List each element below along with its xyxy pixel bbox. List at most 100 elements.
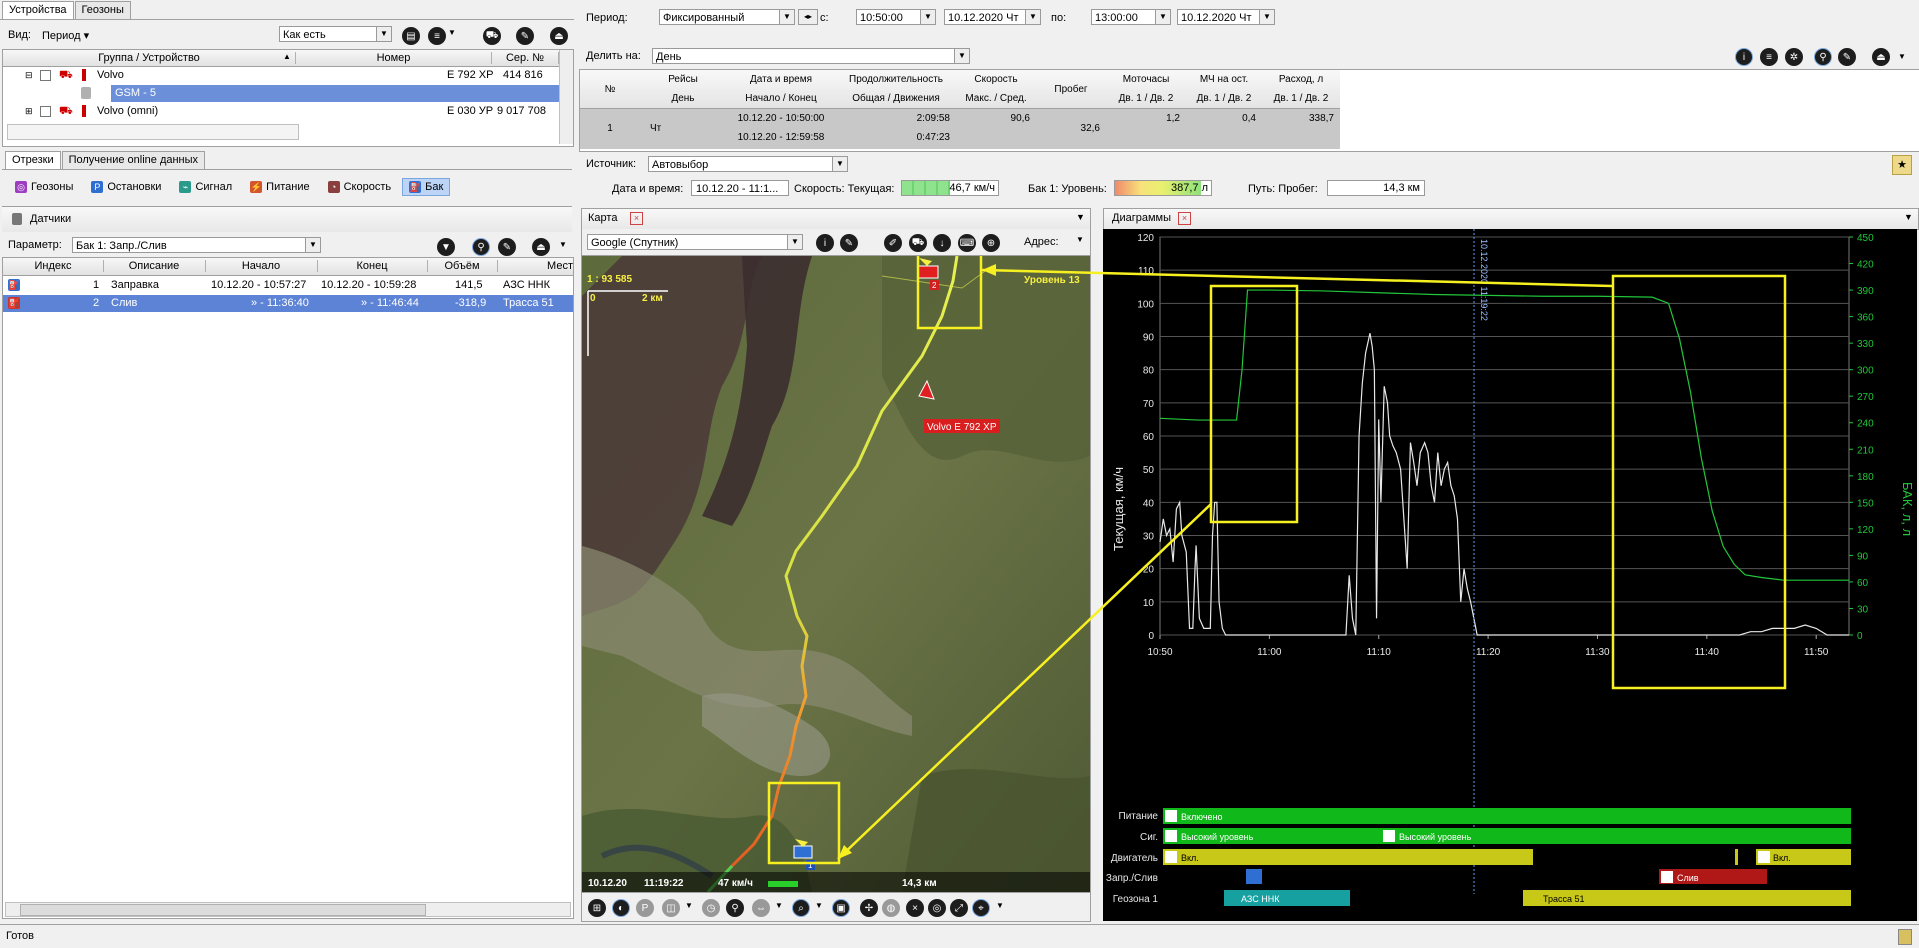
tab-map[interactable]: Карта	[588, 212, 617, 224]
col-mileage[interactable]: Пробег	[1036, 84, 1106, 95]
v-scrollbar[interactable]	[559, 50, 573, 144]
col-mh-eng[interactable]: Дв. 1 / Дв. 2	[1106, 93, 1186, 104]
dropdown-icon[interactable]: ▼	[775, 901, 783, 910]
col-index[interactable]: Индекс	[3, 260, 104, 272]
close-circle-icon[interactable]: ×	[906, 899, 924, 917]
col-place[interactable]: Мест	[497, 260, 573, 272]
wrench-icon[interactable]: ✎	[498, 238, 516, 256]
distance-icon[interactable]: ⇔	[752, 899, 770, 917]
col-speed[interactable]: Скорость	[956, 74, 1036, 85]
col-duration[interactable]: Продолжительность	[836, 74, 956, 85]
compass-icon[interactable]: ✢	[860, 899, 878, 917]
device-row-volvo-omni[interactable]: ⊞ ⛟ Volvo (omni) Е 030 УР 9 017 708	[3, 103, 559, 120]
col-volume[interactable]: Объём	[427, 260, 498, 272]
geozone-icon[interactable]: ◫	[662, 899, 680, 917]
period-menu[interactable]: Период ▾	[42, 29, 89, 42]
tab-segments[interactable]: Отрезки	[5, 151, 61, 169]
settings-icon[interactable]: ✲	[1785, 48, 1803, 66]
globe-icon[interactable]: ◍	[882, 899, 900, 917]
clock-icon[interactable]: ◷	[702, 899, 720, 917]
download-icon[interactable]: ↓	[933, 234, 951, 252]
device-row-volvo[interactable]: ⊟ ⛟ Volvo Е 792 ХР 414 816	[3, 67, 559, 84]
col-idle-eng[interactable]: Дв. 1 / Дв. 2	[1186, 93, 1262, 104]
target-icon[interactable]: ◎	[928, 899, 946, 917]
col-day[interactable]: День	[640, 93, 726, 104]
expand-icon[interactable]: ⊞	[25, 106, 33, 117]
from-date[interactable]: 10.12.2020 Чт ▼	[944, 9, 1041, 25]
dropdown-icon[interactable]: ▼	[559, 240, 567, 249]
wrench-icon[interactable]: ✎	[516, 27, 534, 45]
to-date[interactable]: 10.12.2020 Чт ▼	[1177, 9, 1275, 25]
bus-icon[interactable]: ⛟	[909, 234, 927, 252]
dropdown-icon[interactable]: ▼	[1898, 52, 1906, 61]
star-icon[interactable]: ★	[1892, 155, 1912, 175]
fuel-speed-chart[interactable]: 0 10 20 30 40 50 60 70 80 90 100 110 120 0 30 60 90 120 1…	[1103, 229, 1917, 921]
tab-online-data[interactable]: Получение online данных	[61, 151, 206, 169]
list-icon[interactable]: ≡	[1760, 48, 1778, 66]
dropdown-icon[interactable]: ▼	[815, 901, 823, 910]
ptab-geozones[interactable]: ◎ Геозоны	[8, 178, 80, 196]
dropdown-icon[interactable]: ▼	[996, 901, 1004, 910]
tab-diagrams[interactable]: Диаграммы	[1112, 212, 1171, 224]
wrench-icon[interactable]: ✎	[1838, 48, 1856, 66]
list-icon[interactable]: ≡	[428, 27, 446, 45]
eject-icon[interactable]: ⏏	[550, 27, 568, 45]
info-icon[interactable]: i	[816, 234, 834, 252]
event-row-selected[interactable]: ⛽ 2 Слив » - 11:36:40 » - 11:46:44 -318,…	[3, 295, 573, 312]
col-description[interactable]: Описание	[103, 260, 206, 272]
summary-row[interactable]: 1 Чт 10.12.20 - 10:50:00 10.12.20 - 12:5…	[580, 109, 1340, 149]
refuel-marker-icon[interactable]	[793, 845, 813, 859]
period-arrows[interactable]: ◂▸	[798, 9, 818, 25]
search-icon[interactable]: ⌕	[792, 899, 810, 917]
points-icon[interactable]: P	[636, 899, 654, 917]
diagram-panel[interactable]: 0 10 20 30 40 50 60 70 80 90 100 110 120 0 30 60 90 120 1…	[1103, 229, 1917, 921]
col-max-avg[interactable]: Макс. / Сред.	[956, 93, 1036, 104]
col-num[interactable]: №	[580, 84, 640, 95]
keyboard-icon[interactable]: ⌨	[958, 234, 976, 252]
pencil-icon[interactable]: ✐	[884, 234, 902, 252]
dropdown-icon[interactable]: ▼	[685, 901, 693, 910]
col-motohours[interactable]: Моточасы	[1106, 74, 1186, 85]
list-dropdown-icon[interactable]: ▼	[448, 28, 456, 37]
tab-geozones[interactable]: Геозоны	[74, 1, 131, 19]
parameter-select[interactable]: Бак 1: Запр./Слив ▼	[72, 237, 321, 253]
close-icon[interactable]: ×	[630, 212, 643, 225]
col-datetime[interactable]: Дата и время	[726, 74, 836, 85]
ptab-tank[interactable]: ⛽ Бак	[402, 177, 451, 196]
col-total-moving[interactable]: Общая / Движения	[836, 93, 956, 104]
map-provider-select[interactable]: Google (Спутник) ▼	[587, 234, 803, 250]
eject-icon[interactable]: ⏏	[532, 238, 550, 256]
eject-icon[interactable]: ⏏	[1872, 48, 1890, 66]
ptab-stops[interactable]: P Остановки	[84, 178, 168, 196]
record-icon[interactable]: ⊕	[982, 234, 1000, 252]
panel-menu-icon[interactable]: ▼	[1904, 212, 1913, 222]
col-end[interactable]: Конец	[317, 260, 428, 272]
layers-icon[interactable]: ⊞	[588, 899, 606, 917]
pin-icon[interactable]: ⚲	[472, 238, 490, 256]
close-icon[interactable]: ×	[1178, 212, 1191, 225]
checkbox[interactable]	[40, 70, 51, 81]
col-start[interactable]: Начало	[205, 260, 318, 272]
scroll-thumb[interactable]	[20, 904, 426, 916]
dropdown-icon[interactable]: ▼	[1076, 235, 1084, 244]
ptab-power[interactable]: ⚡ Питание	[243, 178, 316, 196]
expand-icon[interactable]: ⊟	[25, 70, 33, 81]
expand-icon[interactable]: ⤢	[950, 899, 968, 917]
source-select[interactable]: Автовыбор ▼	[648, 156, 848, 172]
ptab-speed[interactable]: ◔ Скорость	[321, 178, 399, 196]
satellite-map[interactable]: 1 : 93 585 0 2 км Уровень 13 Volvo Е 792…	[582, 256, 1090, 892]
fleet-icon[interactable]: ⛟	[483, 27, 501, 45]
panel-menu-icon[interactable]: ▼	[1076, 212, 1085, 222]
col-fuel[interactable]: Расход, л	[1262, 74, 1340, 85]
col-serial[interactable]: Сер. №	[492, 52, 559, 64]
col-mh-idle[interactable]: МЧ на ост.	[1186, 74, 1262, 85]
checkbox[interactable]	[40, 106, 51, 117]
ptab-signal[interactable]: ⌁ Сигнал	[172, 178, 239, 196]
col-number[interactable]: Номер	[296, 52, 492, 64]
map-view[interactable]: 1 : 93 585 0 2 км Уровень 13 Volvo Е 792…	[581, 255, 1091, 893]
log-icon[interactable]	[1898, 929, 1912, 945]
drain-marker-icon[interactable]	[917, 265, 939, 279]
device-row-gsm[interactable]: GSM - 5	[3, 85, 559, 102]
screenshot-icon[interactable]: ▣	[832, 899, 850, 917]
view-mode-select[interactable]: Как есть ▼	[279, 26, 392, 42]
